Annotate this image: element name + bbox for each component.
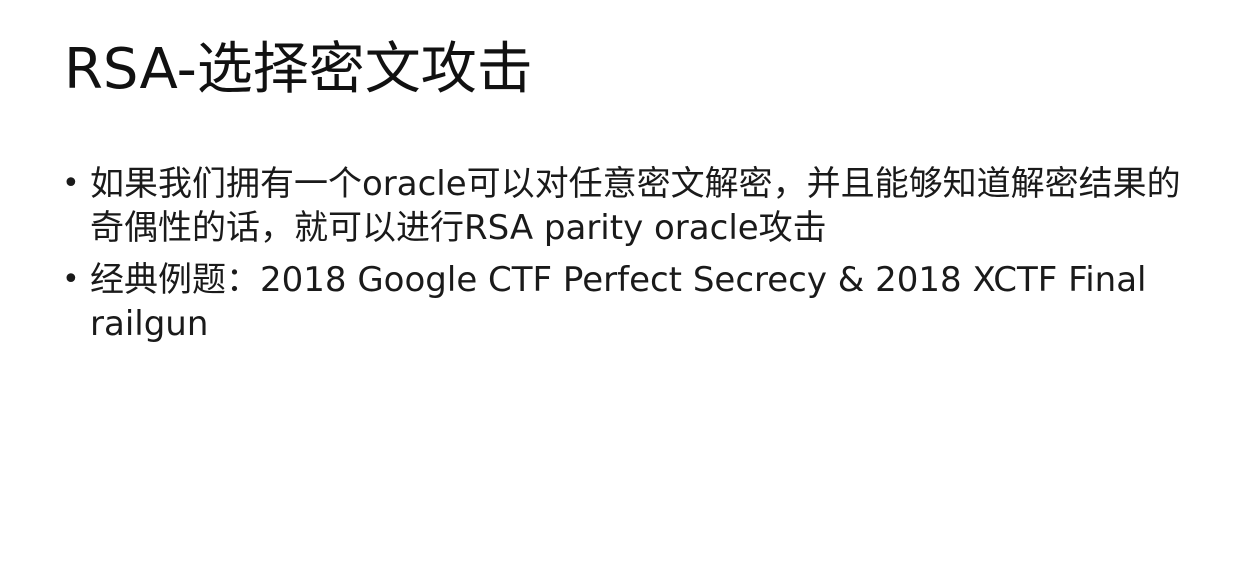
bullet-item-examples: • 经典例题：2018 Google CTF Perfect Secrecy &… [62, 258, 1192, 346]
bullet-text: 经典例题：2018 Google CTF Perfect Secrecy & 2… [90, 260, 1147, 344]
slide: RSA-选择密文攻击 • 如果我们拥有一个oracle可以对任意密文解密，并且能… [0, 0, 1248, 580]
bullet-item-oracle: • 如果我们拥有一个oracle可以对任意密文解密，并且能够知道解密结果的奇偶性… [62, 162, 1192, 250]
bullet-dot-icon: • [62, 166, 80, 201]
bullet-list: • 如果我们拥有一个oracle可以对任意密文解密，并且能够知道解密结果的奇偶性… [62, 162, 1192, 354]
slide-title: RSA-选择密文攻击 [64, 37, 533, 102]
bullet-dot-icon: • [62, 262, 80, 297]
bullet-text: 如果我们拥有一个oracle可以对任意密文解密，并且能够知道解密结果的奇偶性的话… [90, 164, 1181, 248]
